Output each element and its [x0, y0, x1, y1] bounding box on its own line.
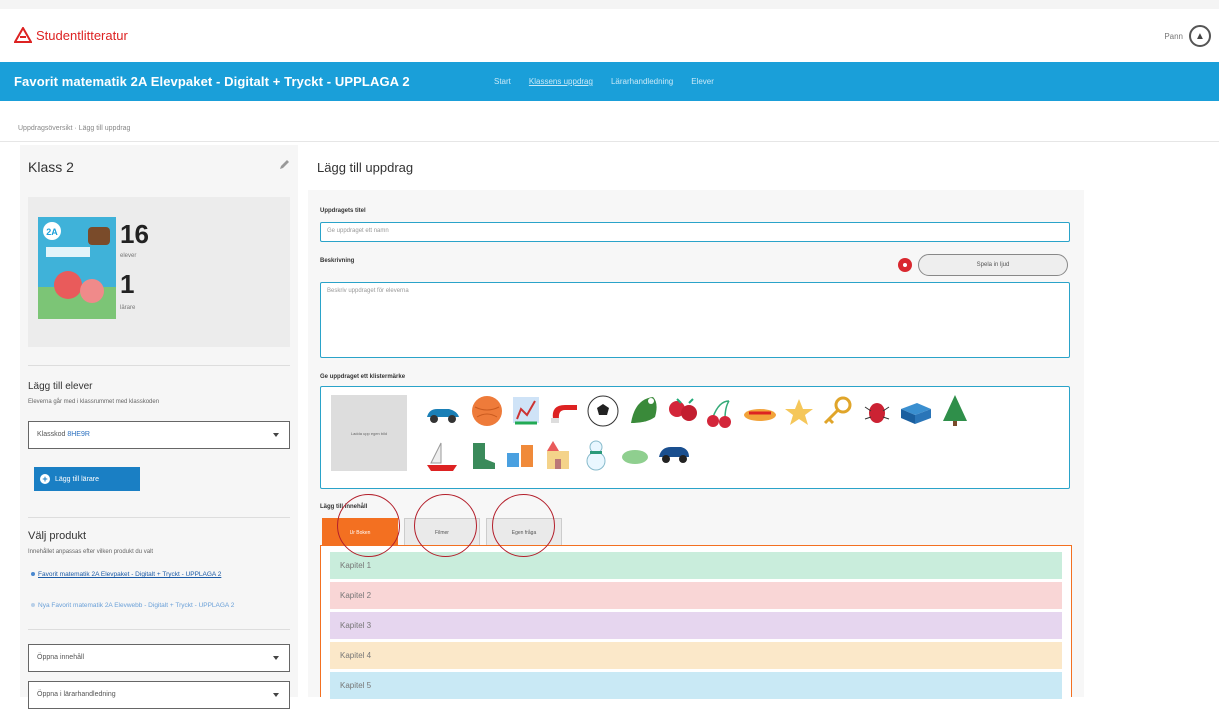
blocks-sticker-icon[interactable] — [505, 439, 535, 471]
chapter-item[interactable]: Kapitel 4 — [330, 642, 1062, 669]
divider — [28, 517, 290, 518]
radio-icon — [31, 572, 35, 576]
class-code-field[interactable]: Klasskod 8HE9R — [28, 421, 290, 449]
product-option-label: Favorit matematik 2A Elevpaket - Digital… — [38, 571, 222, 578]
upload-image-button[interactable]: Ladda upp egen bild — [331, 395, 407, 471]
assignment-title-label: Uppdragets titel — [320, 208, 366, 214]
choose-product-title: Välj produkt — [28, 530, 87, 542]
product-title[interactable]: Favorit matematik 2A Elevpaket - Digital… — [14, 74, 410, 89]
frog-sticker-icon[interactable] — [627, 393, 661, 427]
chevron-down-icon — [273, 656, 279, 660]
add-teacher-button[interactable]: + Lägg till lärare — [34, 467, 140, 491]
radio-icon — [31, 603, 35, 607]
brand-name: Studentlitteratur — [36, 27, 128, 43]
teachers-count: 1 — [120, 269, 135, 299]
pencil-icon[interactable] — [278, 159, 290, 171]
castle-sticker-icon[interactable] — [543, 439, 573, 471]
product-nav-bar: Favorit matematik 2A Elevpaket - Digital… — [0, 62, 1219, 101]
nav-link-class-assignments[interactable]: Klassens uppdrag — [529, 77, 593, 86]
toy-car-sticker-icon[interactable] — [657, 441, 691, 465]
highlight-circle — [337, 494, 400, 557]
boot-sticker-icon[interactable] — [467, 441, 497, 471]
choose-product-hint: Innehållet anpassas efter vilken produkt… — [28, 549, 154, 555]
class-name: Klass 2 — [28, 159, 74, 175]
page-title: Lägg till uppdrag — [317, 160, 414, 175]
pancake-sticker-icon[interactable] — [743, 403, 777, 423]
class-code-value: 8HE9R — [67, 431, 90, 438]
nav-link-students[interactable]: Elever — [691, 77, 714, 86]
nav-link-start[interactable]: Start — [494, 77, 511, 86]
plus-icon: + — [40, 474, 50, 484]
strawberries-sticker-icon[interactable] — [667, 395, 699, 425]
chart-board-sticker-icon[interactable] — [511, 395, 541, 427]
cherries-sticker-icon[interactable] — [705, 399, 735, 429]
divider — [28, 629, 290, 630]
user-name: Pann — [1164, 31, 1183, 41]
nav-links: Start Klassens uppdrag Lärarhandledning … — [494, 77, 714, 86]
key-sticker-icon[interactable] — [821, 395, 853, 427]
user-avatar-icon[interactable]: ▲ — [1189, 25, 1211, 47]
open-content-label: Öppna innehåll — [37, 654, 85, 661]
add-students-hint: Eleverna går med i klassrummet med klass… — [28, 399, 160, 405]
chevron-down-icon — [273, 693, 279, 697]
highlight-circle — [492, 494, 555, 557]
box-sticker-icon[interactable] — [899, 401, 933, 425]
boat-sticker-icon[interactable] — [425, 439, 459, 473]
assignment-form: Uppdragets titel Ge uppdraget ett namn B… — [308, 190, 1084, 699]
teachers-label: lärare — [120, 305, 136, 311]
sticker-picker: Ladda upp egen bild — [320, 386, 1070, 489]
students-count: 16 — [120, 219, 149, 249]
class-code-label: Klasskod — [37, 431, 66, 438]
svg-text:2A: 2A — [46, 227, 58, 237]
chapter-item[interactable]: Kapitel 2 — [330, 582, 1062, 609]
magnet-sticker-icon[interactable] — [549, 401, 579, 425]
brand-logo[interactable]: Studentlitteratur — [14, 27, 128, 43]
add-students-title: Lägg till elever — [28, 381, 93, 392]
top-bar: Studentlitteratur Pann ▲ — [0, 0, 1219, 62]
product-option[interactable]: Nya Favorit matematik 2A Elevwebb - Digi… — [31, 601, 283, 610]
star-sticker-icon[interactable] — [783, 397, 815, 427]
add-teacher-label: Lägg till lärare — [55, 475, 99, 483]
product-option-label: Nya Favorit matematik 2A Elevwebb - Digi… — [38, 602, 235, 609]
chapter-list: Kapitel 1 Kapitel 2 Kapitel 3 Kapitel 4 … — [320, 545, 1072, 699]
product-summary: 2A 16 elever 1 lärare — [28, 197, 290, 347]
snowman-sticker-icon[interactable] — [581, 437, 611, 471]
open-content-select[interactable]: Öppna innehåll — [28, 644, 290, 672]
students-label: elever — [120, 253, 137, 259]
bug-sticker-icon[interactable] — [861, 397, 893, 427]
ball-sticker-icon[interactable] — [471, 395, 503, 427]
record-icon[interactable] — [898, 258, 912, 272]
turtle-sticker-icon[interactable] — [619, 445, 651, 465]
car-sticker-icon[interactable] — [425, 403, 461, 425]
divider — [0, 141, 1219, 142]
chapter-item[interactable]: Kapitel 5 — [330, 672, 1062, 699]
user-menu[interactable]: Pann ▲ — [1164, 25, 1211, 47]
open-teacher-guide-select[interactable]: Öppna i lärarhandledning — [28, 681, 290, 709]
highlight-circle — [414, 494, 477, 557]
brand-logo-icon — [14, 27, 32, 43]
record-audio-button[interactable]: Spela in ljud — [918, 254, 1068, 276]
breadcrumb[interactable]: Uppdragsöversikt · Lägg till uppdrag — [18, 125, 130, 132]
nav-link-teacher-guide[interactable]: Lärarhandledning — [611, 77, 673, 86]
chapter-item[interactable]: Kapitel 3 — [330, 612, 1062, 639]
product-option[interactable]: Favorit matematik 2A Elevpaket - Digital… — [31, 570, 283, 579]
tree-sticker-icon[interactable] — [939, 393, 971, 427]
class-sidebar: Klass 2 2A 16 elever 1 lärare Lägg till … — [20, 145, 298, 709]
chevron-down-icon — [273, 433, 279, 437]
description-label: Beskrivning — [320, 258, 355, 264]
soccer-ball-sticker-icon[interactable] — [587, 395, 619, 427]
description-textarea[interactable]: Beskriv uppdraget för eleverna — [320, 282, 1070, 358]
divider — [28, 365, 290, 366]
sticker-label: Ge uppdraget ett klistermärke — [320, 374, 406, 380]
book-cover-image: 2A — [38, 217, 116, 319]
assignment-title-input[interactable]: Ge uppdraget ett namn — [320, 222, 1070, 242]
